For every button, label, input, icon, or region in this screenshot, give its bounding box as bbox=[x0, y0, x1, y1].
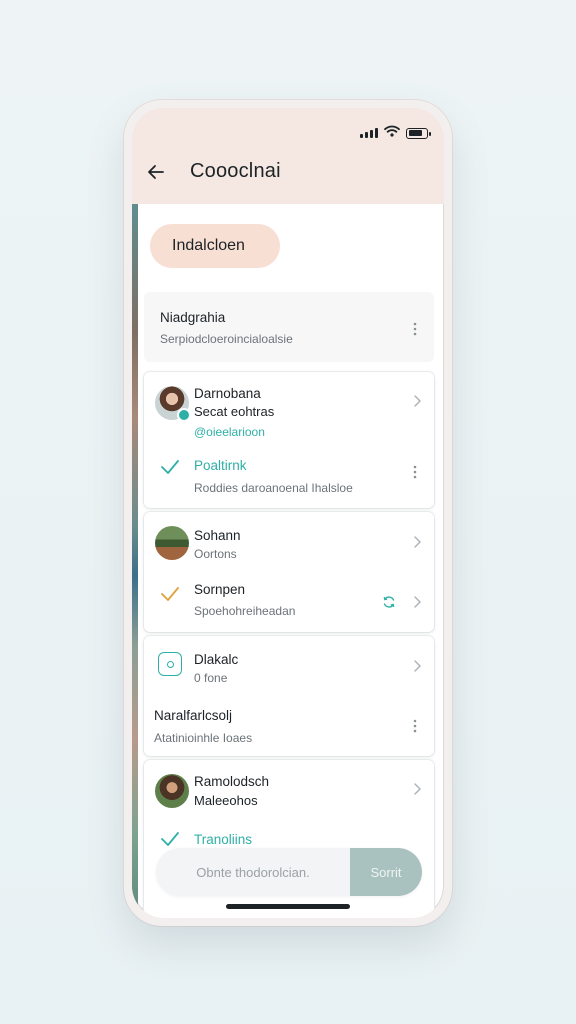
list-item[interactable]: Naralfarlcsolj Atatinioinhle Ioaes bbox=[144, 696, 434, 756]
chevron-right-icon[interactable] bbox=[410, 595, 424, 609]
contact-name: Sohann bbox=[194, 528, 241, 543]
header bbox=[132, 108, 444, 204]
send-button[interactable]: Sorrit bbox=[350, 848, 422, 896]
list-item[interactable]: Sohann Oortons bbox=[144, 512, 434, 572]
item-subtitle: Spoehohreiheadan bbox=[194, 604, 296, 618]
status-bar bbox=[360, 124, 431, 142]
wifi-icon bbox=[384, 124, 400, 142]
chevron-right-icon[interactable] bbox=[410, 535, 424, 549]
arrow-left-icon bbox=[148, 165, 164, 179]
phone-frame: Coooclnai Indalcloen Niadgrahia Serpiodc… bbox=[124, 100, 452, 926]
compose-input[interactable]: Obnte thodorolcian. bbox=[156, 848, 350, 896]
contact-name: Dlakalc bbox=[194, 652, 239, 667]
item-title: Tranoliins bbox=[194, 832, 253, 847]
contact-detail: Oortons bbox=[194, 547, 237, 561]
list-item[interactable]: Dlakalc 0 fone bbox=[144, 636, 434, 696]
content-panel: Indalcloen Niadgrahia Serpiodcloeroincia… bbox=[138, 200, 438, 918]
list-item[interactable]: Ramolodsch Maleeohos bbox=[144, 760, 434, 822]
list-item[interactable]: Poaltirnk Roddies daroanoenal Ihalsloe bbox=[144, 448, 434, 508]
contact-name: Ramolodsch bbox=[194, 774, 270, 789]
contact-detail: Secat eohtras bbox=[194, 404, 275, 419]
battery-icon bbox=[406, 127, 431, 139]
signal-icon bbox=[360, 128, 378, 138]
item-subtitle: Roddies daroanoenal Ihalsloe bbox=[194, 481, 353, 495]
check-icon bbox=[161, 832, 179, 846]
more-options-icon[interactable] bbox=[408, 717, 422, 735]
compose-bar: Obnte thodorolcian. Sorrit bbox=[156, 848, 422, 896]
filter-chip[interactable]: Indalcloen bbox=[150, 224, 280, 268]
section-header[interactable]: Niadgrahia Serpiodcloeroincialoalsie bbox=[144, 292, 434, 362]
list-item[interactable]: Darnobana Secat eohtras @oieelarioon bbox=[144, 372, 434, 442]
page-title: Coooclnai bbox=[190, 160, 281, 182]
sync-icon[interactable] bbox=[382, 595, 396, 609]
avatar bbox=[155, 774, 189, 808]
check-icon bbox=[161, 587, 179, 601]
contact-card: Sohann Oortons Sornpen Spoehohreiheadan bbox=[144, 512, 434, 632]
contact-card: Darnobana Secat eohtras @oieelarioon Poa… bbox=[144, 372, 434, 508]
chevron-right-icon[interactable] bbox=[410, 659, 424, 673]
chevron-right-icon[interactable] bbox=[410, 782, 424, 796]
item-title: Sornpen bbox=[194, 582, 246, 597]
home-indicator[interactable] bbox=[226, 904, 350, 909]
section-subtitle: Serpiodcloeroincialoalsie bbox=[160, 332, 293, 346]
back-button[interactable] bbox=[144, 160, 168, 184]
more-options-icon[interactable] bbox=[408, 463, 422, 481]
list-item[interactable]: Sornpen Spoehohreiheadan bbox=[144, 572, 434, 632]
item-title: Poaltirnk bbox=[194, 458, 247, 473]
avatar bbox=[155, 526, 189, 560]
camera-icon bbox=[158, 652, 182, 676]
item-subtitle: Atatinioinhle Ioaes bbox=[154, 731, 253, 745]
contact-handle[interactable]: @oieelarioon bbox=[194, 425, 274, 439]
contact-detail: 0 fone bbox=[194, 671, 228, 685]
contact-card: Dlakalc 0 fone Naralfarlcsolj Atatinioin… bbox=[144, 636, 434, 756]
app-screen: Coooclnai Indalcloen Niadgrahia Serpiodc… bbox=[132, 108, 444, 918]
more-options-icon[interactable] bbox=[408, 320, 422, 338]
item-title: Naralfarlcsolj bbox=[154, 708, 233, 723]
contact-detail: Maleeohos bbox=[194, 793, 258, 808]
check-icon bbox=[161, 460, 179, 474]
chevron-right-icon[interactable] bbox=[410, 394, 424, 408]
status-badge bbox=[177, 408, 191, 422]
contact-name: Darnobana bbox=[194, 386, 261, 401]
section-title: Niadgrahia bbox=[160, 310, 226, 325]
